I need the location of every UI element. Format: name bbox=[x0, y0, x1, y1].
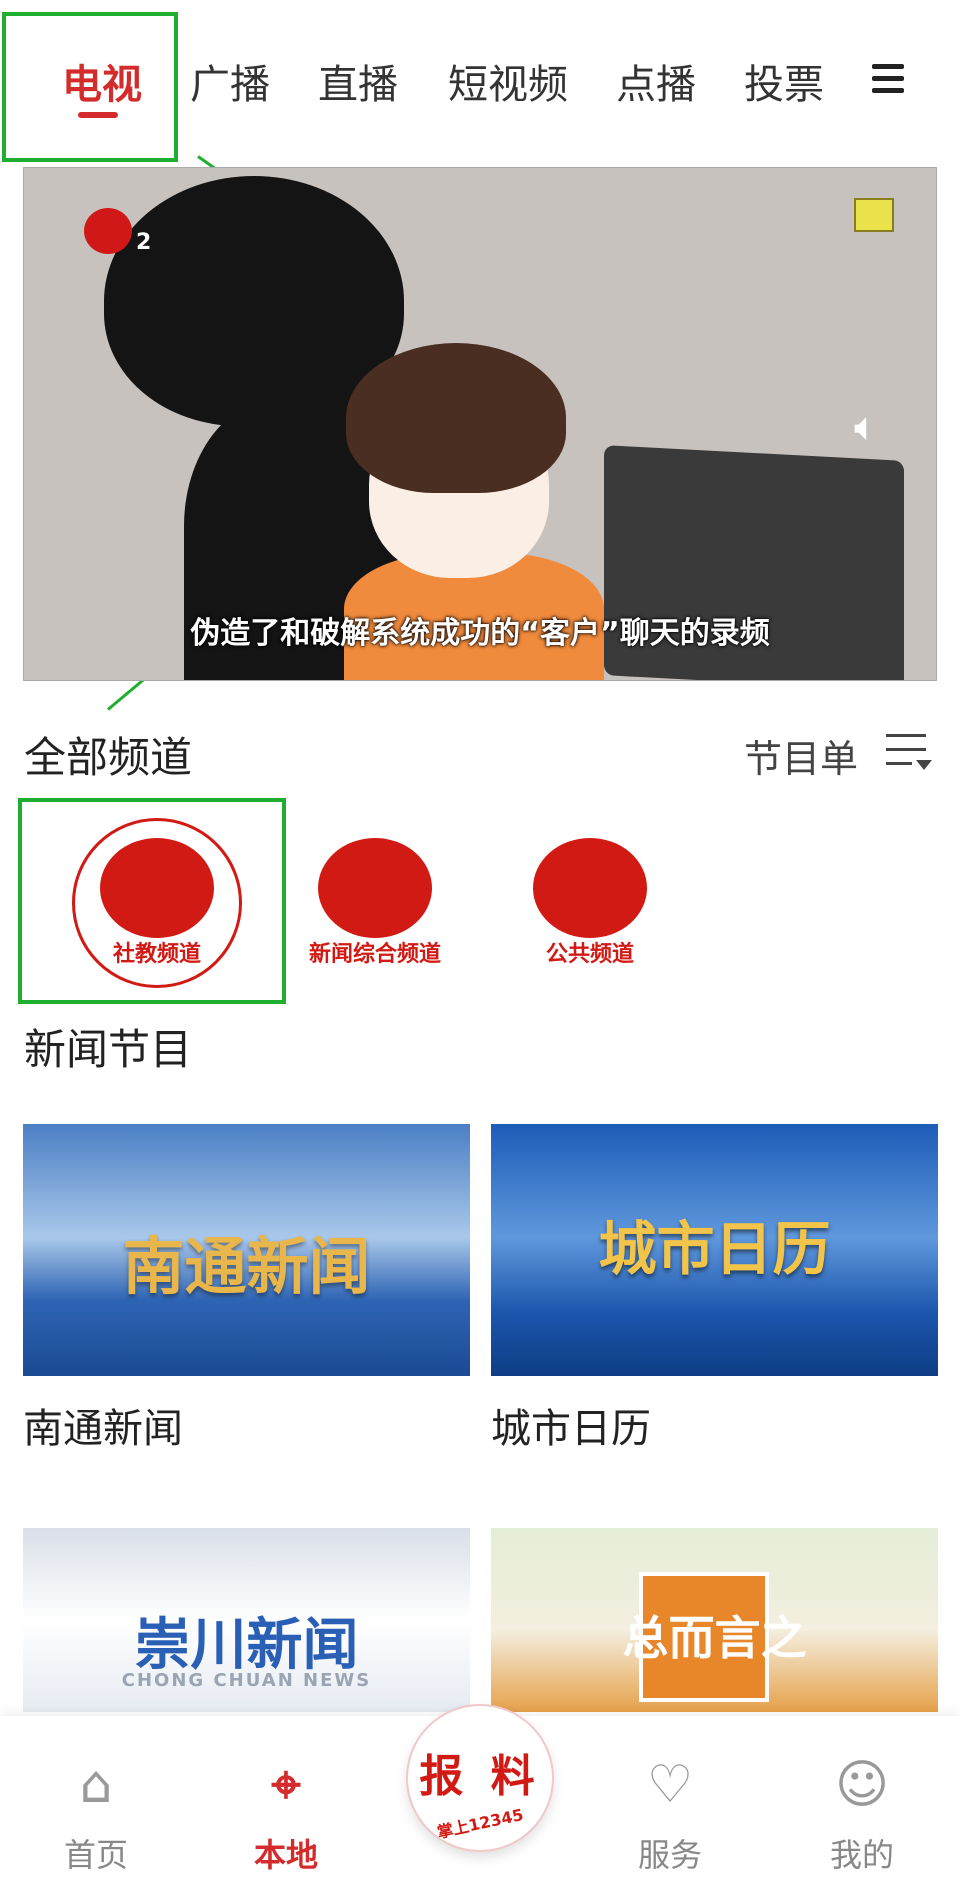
heart-icon: ♡ bbox=[646, 1755, 694, 1815]
program-thumbnail: 城市日历 bbox=[491, 1124, 938, 1376]
channel-logo-icon bbox=[533, 838, 647, 938]
channel-label: 新闻综合频道 bbox=[308, 942, 441, 967]
video-subtitle: 伪造了和破解系统成功的“客户”聊天的录频 bbox=[190, 616, 770, 651]
program-title: 南通新闻 bbox=[23, 1406, 183, 1452]
bottom-nav: ⌂ 首页 ⌖ 本地 报 料 掌上12345 ♡ 服务 ☺︎ 我的 bbox=[0, 1706, 960, 1894]
channel-item-education[interactable]: 社教频道 bbox=[72, 818, 242, 988]
home-icon: ⌂ bbox=[79, 1755, 113, 1815]
channel-badge: 2 bbox=[136, 230, 152, 255]
channel-item-news[interactable]: 新闻综合频道 bbox=[290, 818, 460, 988]
menu-icon[interactable] bbox=[872, 64, 904, 96]
channel-logo-icon bbox=[84, 208, 132, 254]
tab-live[interactable]: 直播 bbox=[318, 52, 398, 110]
sound-icon[interactable]: 🔈︎ bbox=[854, 404, 878, 450]
program-thumbnail: 南通新闻 bbox=[23, 1124, 470, 1376]
channel-logo-icon bbox=[318, 838, 432, 938]
video-player[interactable]: 2 🔈︎ 伪造了和破解系统成功的“客户”聊天的录频 bbox=[23, 167, 937, 681]
program-card-chongchuan-news[interactable]: 崇川新闻 CHONG CHUAN NEWS bbox=[23, 1528, 470, 1712]
channel-logo-icon bbox=[100, 838, 214, 938]
location-icon: ⌖ bbox=[271, 1755, 301, 1815]
tab-short-video[interactable]: 短视频 bbox=[448, 52, 568, 110]
playlist-icon[interactable] bbox=[886, 730, 932, 770]
tab-vote[interactable]: 投票 bbox=[744, 52, 824, 110]
section-title-news: 新闻节目 bbox=[24, 1025, 193, 1074]
tv-icon bbox=[854, 198, 894, 232]
nav-home[interactable]: ⌂ 首页 bbox=[36, 1750, 156, 1876]
report-button[interactable]: 报 料 掌上12345 bbox=[408, 1706, 552, 1850]
program-card-zongeryanzhi[interactable]: 总而言之 bbox=[491, 1528, 938, 1712]
channel-item-public[interactable]: 公共频道 bbox=[505, 818, 675, 988]
program-thumbnail: 崇川新闻 CHONG CHUAN NEWS bbox=[23, 1528, 470, 1712]
annotation-box-tab bbox=[2, 12, 178, 162]
channel-label: 公共频道 bbox=[545, 942, 634, 967]
tab-vod[interactable]: 点播 bbox=[616, 52, 696, 110]
program-card-city-calendar[interactable]: 城市日历 城市日历 bbox=[491, 1124, 938, 1454]
program-thumbnail: 总而言之 bbox=[491, 1528, 938, 1712]
user-icon: ☺︎ bbox=[834, 1755, 890, 1815]
nav-local[interactable]: ⌖ 本地 bbox=[226, 1750, 346, 1876]
schedule-button[interactable]: 节目单 bbox=[744, 728, 858, 783]
section-title-channels: 全部频道 bbox=[24, 733, 193, 782]
nav-mine[interactable]: ☺︎ 我的 bbox=[802, 1750, 922, 1876]
tab-radio[interactable]: 广播 bbox=[190, 52, 270, 110]
nav-service[interactable]: ♡ 服务 bbox=[610, 1750, 730, 1876]
program-card-nantong-news[interactable]: 南通新闻 南通新闻 bbox=[23, 1124, 470, 1454]
program-title: 城市日历 bbox=[491, 1406, 651, 1452]
channel-label: 社教频道 bbox=[112, 942, 201, 967]
